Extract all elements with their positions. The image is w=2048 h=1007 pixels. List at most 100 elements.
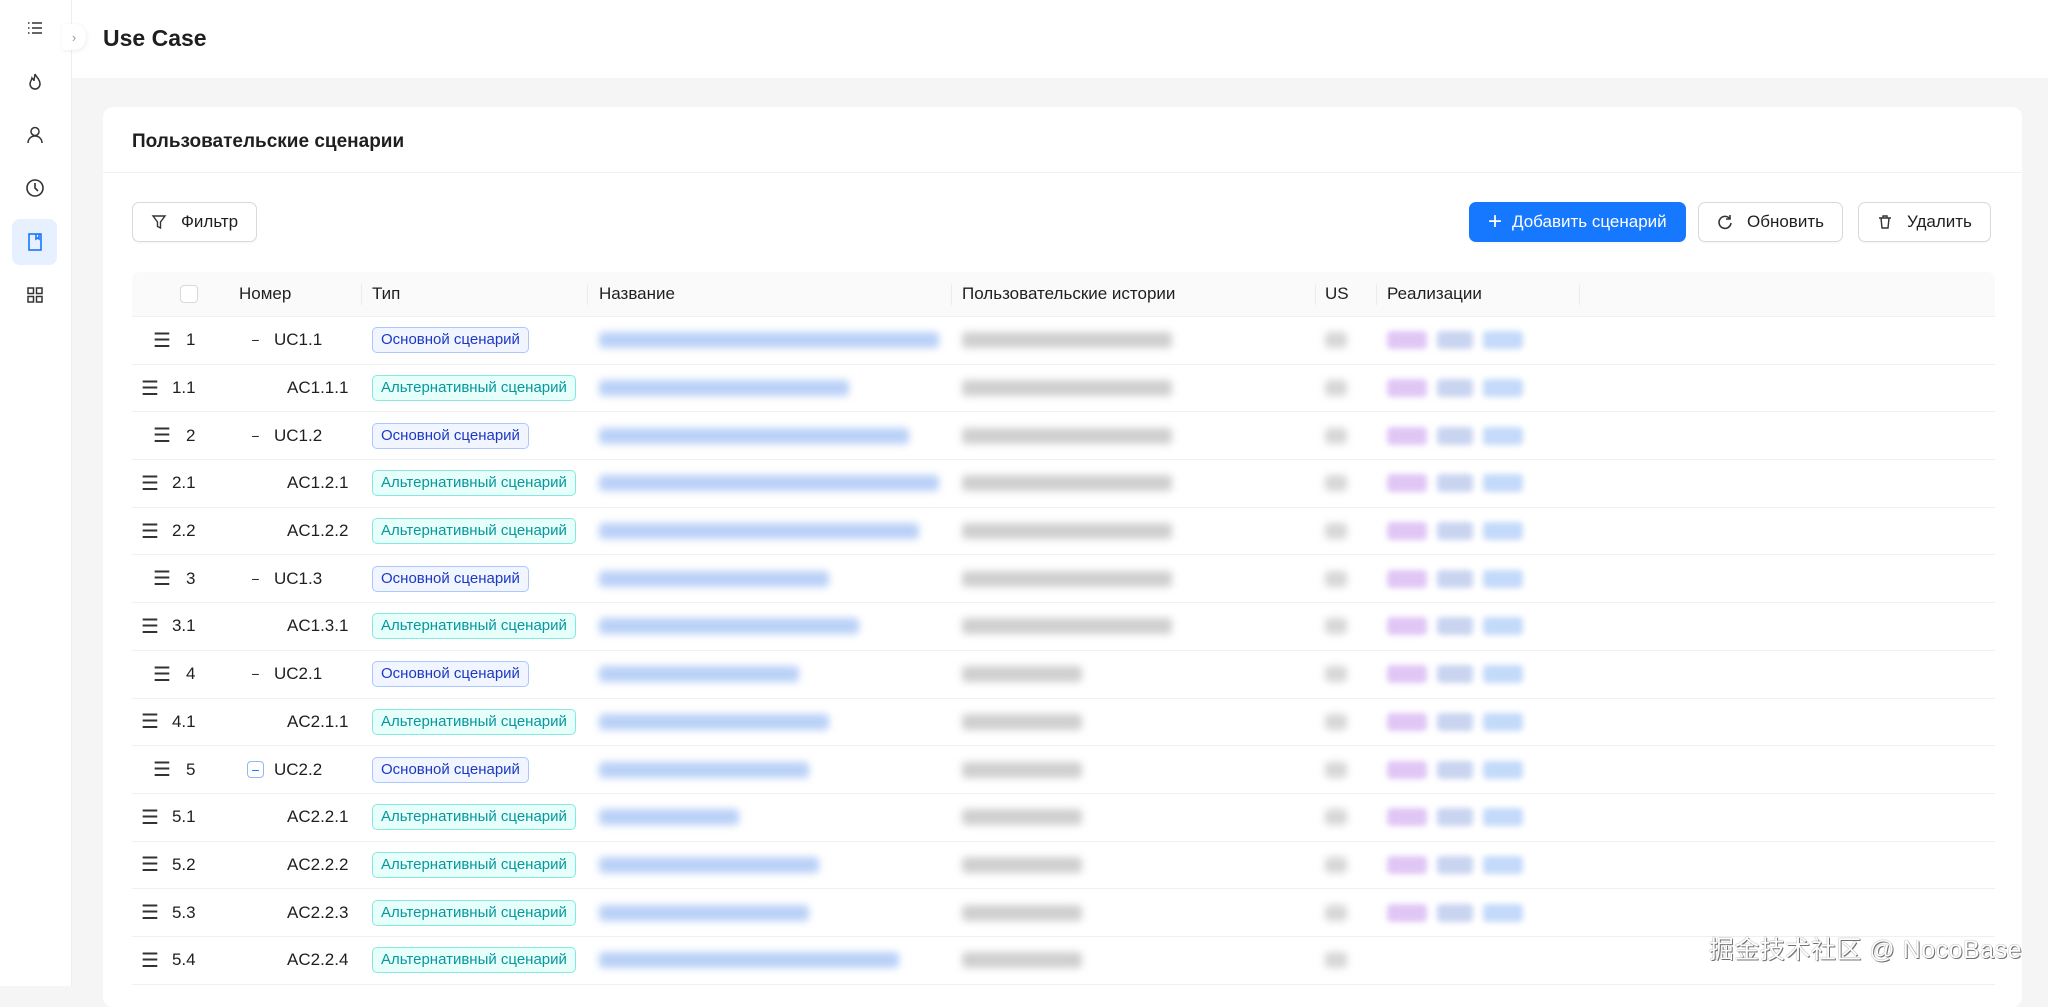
blurred-name[interactable]: [599, 809, 739, 826]
implementation-tag[interactable]: [1387, 331, 1427, 350]
implementation-tag[interactable]: [1437, 331, 1473, 350]
filter-button[interactable]: Фильтр: [132, 202, 258, 242]
table-row[interactable]: ☰ 2.1 AC1.2.1 Альтернативный сценарий: [132, 460, 1995, 508]
implementation-tag[interactable]: [1387, 903, 1427, 922]
implementation-tag[interactable]: [1483, 855, 1523, 874]
drag-handle-icon[interactable]: ☰: [141, 709, 159, 734]
drag-handle-icon[interactable]: ☰: [153, 566, 171, 591]
drag-handle-icon[interactable]: ☰: [141, 805, 159, 830]
blurred-name[interactable]: [599, 856, 819, 873]
implementation-tag[interactable]: [1387, 712, 1427, 731]
name-cell[interactable]: [588, 603, 952, 650]
implementation-tag[interactable]: [1387, 808, 1427, 827]
collapse-row-button[interactable]: −: [247, 427, 264, 444]
implementation-tag[interactable]: [1437, 903, 1473, 922]
table-row[interactable]: ☰ 1 − UC1.1 Основной сценарий: [132, 317, 1995, 365]
implementation-tag[interactable]: [1483, 712, 1523, 731]
implementation-tag[interactable]: [1483, 426, 1523, 445]
drag-handle-icon[interactable]: ☰: [141, 948, 159, 973]
implementation-tag[interactable]: [1437, 760, 1473, 779]
implementation-tag[interactable]: [1483, 760, 1523, 779]
table-row[interactable]: ☰ 4 − UC2.1 Основной сценарий: [132, 651, 1995, 699]
table-row[interactable]: ☰ 2 − UC1.2 Основной сценарий: [132, 412, 1995, 461]
column-header-implementations[interactable]: Реализации: [1377, 272, 1580, 316]
implementation-tag[interactable]: [1437, 855, 1473, 874]
implementation-tag[interactable]: [1387, 665, 1427, 684]
implementation-tag[interactable]: [1437, 522, 1473, 541]
name-cell[interactable]: [588, 937, 952, 984]
name-cell[interactable]: [588, 365, 952, 412]
column-header-type[interactable]: Тип: [362, 272, 588, 316]
sidebar-item-hot[interactable]: [12, 59, 57, 105]
name-cell[interactable]: [588, 460, 952, 507]
sidebar-item-menu[interactable]: [12, 5, 57, 51]
implementation-tag[interactable]: [1483, 617, 1523, 636]
drag-handle-icon[interactable]: ☰: [141, 519, 159, 544]
implementation-tag[interactable]: [1437, 474, 1473, 493]
blurred-name[interactable]: [599, 761, 809, 778]
implementation-tag[interactable]: [1437, 569, 1473, 588]
implementation-tag[interactable]: [1437, 617, 1473, 636]
blurred-name[interactable]: [599, 380, 849, 397]
table-row[interactable]: ☰ 1.1 AC1.1.1 Альтернативный сценарий: [132, 365, 1995, 413]
table-row[interactable]: ☰ 5 − UC2.2 Основной сценарий: [132, 746, 1995, 794]
name-cell[interactable]: [588, 746, 952, 793]
implementation-tag[interactable]: [1483, 569, 1523, 588]
implementation-tag[interactable]: [1387, 379, 1427, 398]
blurred-name[interactable]: [599, 427, 909, 444]
delete-button[interactable]: Удалить: [1858, 202, 1991, 242]
blurred-name[interactable]: [599, 570, 829, 587]
blurred-name[interactable]: [599, 618, 859, 635]
sidebar-item-usecase[interactable]: [12, 219, 57, 265]
name-cell[interactable]: [588, 842, 952, 889]
drag-handle-icon[interactable]: ☰: [141, 376, 159, 401]
table-row[interactable]: ☰ 3.1 AC1.3.1 Альтернативный сценарий: [132, 603, 1995, 651]
table-row[interactable]: ☰ 2.2 AC1.2.2 Альтернативный сценарий: [132, 508, 1995, 556]
column-header-user-stories[interactable]: Пользовательские истории: [952, 272, 1316, 316]
implementation-tag[interactable]: [1483, 331, 1523, 350]
name-cell[interactable]: [588, 555, 952, 602]
implementation-tag[interactable]: [1387, 855, 1427, 874]
implementation-tag[interactable]: [1483, 379, 1523, 398]
implementation-tag[interactable]: [1387, 522, 1427, 541]
implementation-tag[interactable]: [1483, 665, 1523, 684]
implementation-tag[interactable]: [1387, 474, 1427, 493]
name-cell[interactable]: [588, 412, 952, 459]
select-all-checkbox[interactable]: [179, 285, 198, 303]
collapse-row-button[interactable]: −: [247, 666, 264, 683]
name-cell[interactable]: [588, 699, 952, 746]
sidebar-item-apps[interactable]: [12, 272, 57, 318]
collapse-row-button[interactable]: −: [247, 761, 264, 779]
sidebar-item-history[interactable]: [12, 165, 57, 211]
refresh-button[interactable]: Обновить: [1698, 202, 1843, 242]
drag-handle-icon[interactable]: ☰: [141, 852, 159, 877]
implementation-tag[interactable]: [1387, 426, 1427, 445]
blurred-name[interactable]: [599, 713, 829, 730]
implementation-tag[interactable]: [1483, 903, 1523, 922]
table-row[interactable]: ☰ 3 − UC1.3 Основной сценарий: [132, 555, 1995, 604]
name-cell[interactable]: [588, 889, 952, 936]
implementation-tag[interactable]: [1437, 426, 1473, 445]
drag-handle-icon[interactable]: ☰: [153, 423, 171, 448]
drag-handle-icon[interactable]: ☰: [141, 900, 159, 925]
implementation-tag[interactable]: [1387, 617, 1427, 636]
drag-handle-icon[interactable]: ☰: [153, 328, 171, 353]
implementation-tag[interactable]: [1387, 760, 1427, 779]
name-cell[interactable]: [588, 317, 952, 364]
table-row[interactable]: ☰ 5.2 AC2.2.2 Альтернативный сценарий: [132, 842, 1995, 890]
implementation-tag[interactable]: [1437, 379, 1473, 398]
blurred-name[interactable]: [599, 332, 939, 349]
name-cell[interactable]: [588, 794, 952, 841]
sidebar-item-user[interactable]: [12, 112, 57, 158]
implementation-tag[interactable]: [1437, 665, 1473, 684]
drag-handle-icon[interactable]: ☰: [153, 662, 171, 687]
collapse-row-button[interactable]: −: [247, 332, 264, 349]
blurred-name[interactable]: [599, 666, 799, 683]
name-cell[interactable]: [588, 651, 952, 698]
implementation-tag[interactable]: [1437, 808, 1473, 827]
blurred-name[interactable]: [599, 904, 809, 921]
implementation-tag[interactable]: [1483, 522, 1523, 541]
implementation-tag[interactable]: [1437, 712, 1473, 731]
table-row[interactable]: ☰ 5.1 AC2.2.1 Альтернативный сценарий: [132, 794, 1995, 842]
blurred-name[interactable]: [599, 523, 919, 540]
